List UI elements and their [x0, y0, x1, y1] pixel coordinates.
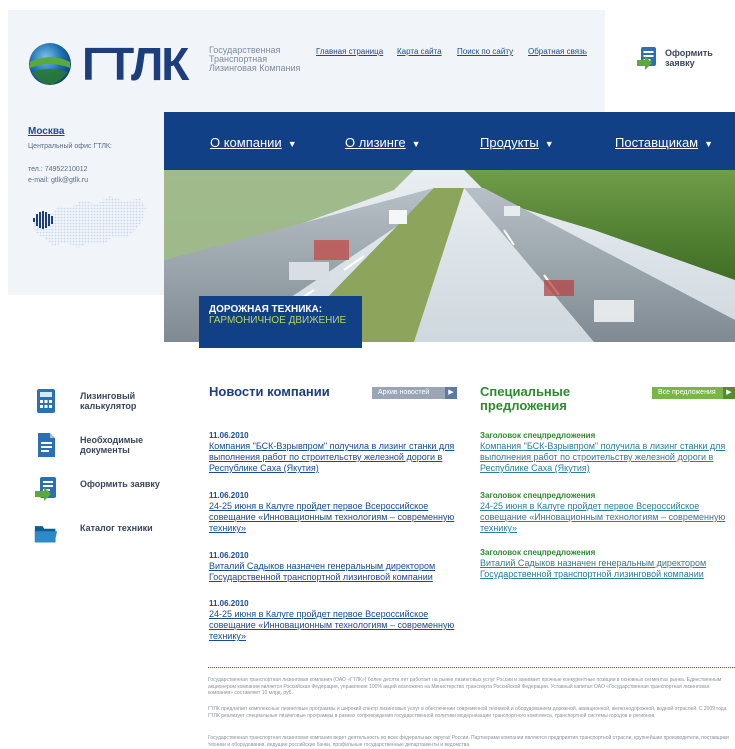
catalog-link[interactable]: Каталог техники [34, 520, 174, 556]
nav-products-label: Продукты [480, 135, 539, 150]
logo-text[interactable]: ГТЛК [82, 41, 189, 87]
arrow-right-icon: ▶ [723, 387, 735, 399]
offer-title: Заголовок спецпредложения [480, 431, 596, 440]
news-archive-button[interactable]: Архив новостей ▶ [372, 387, 457, 399]
offers-all-label: Все предложения [658, 389, 716, 396]
form-icon [35, 477, 56, 501]
order-top-button[interactable]: Оформить заявку [636, 46, 726, 76]
nav-about-company[interactable]: О компании ▼ [210, 135, 297, 150]
order-top-label: Оформить заявку [665, 48, 713, 68]
news-text[interactable]: 24-25 июня в Калуге пройдет первое Всеро… [209, 609, 464, 642]
nav-products[interactable]: Продукты ▼ [480, 135, 554, 150]
news-date: 11.06.2010 [209, 551, 249, 560]
chevron-down-icon: ▼ [411, 139, 421, 149]
chevron-down-icon: ▼ [704, 139, 714, 149]
offer-item[interactable]: Заголовок спецпредложения Компания "БСК-… [480, 430, 735, 474]
sitemap-link[interactable]: Карта сайта [397, 47, 442, 56]
news-text[interactable]: Виталий Садыков назначен генеральным дир… [209, 561, 464, 583]
news-date: 11.06.2010 [209, 491, 249, 500]
news-date: 11.06.2010 [209, 599, 249, 608]
nav-about-company-label: О компании [210, 135, 282, 150]
search-link[interactable]: Поиск по сайту [457, 47, 513, 56]
chevron-down-icon: ▼ [544, 139, 554, 149]
arrow-right-icon: ▶ [445, 387, 457, 399]
news-text[interactable]: 24-25 июня в Калуге пройдет первое Всеро… [209, 501, 464, 534]
folder-icon [34, 526, 58, 543]
calculator-label: Лизинговый калькулятор [80, 391, 137, 411]
offers-title: Специальные предложения [480, 384, 571, 413]
news-item[interactable]: 11.06.2010 24-25 июня в Калуге пройдет п… [209, 598, 464, 642]
news-title: Новости компании [209, 384, 330, 399]
nav-about-leasing-label: О лизинге [345, 135, 406, 150]
offer-text[interactable]: Виталий Садыков назначен генеральным дир… [480, 558, 735, 580]
office-label: Центральный офис ГТЛК: [28, 143, 112, 150]
hero-caption-title: ДОРОЖНАЯ ТЕХНИКА: [209, 304, 323, 315]
russia-map-icon[interactable] [30, 192, 148, 254]
documents-label: Необходимые документы [80, 435, 144, 455]
order-link[interactable]: Оформить заявку [34, 476, 174, 512]
footer-divider [208, 667, 735, 668]
footer-paragraph: ГТЛК предлагает комплексные лизинговые п… [208, 706, 727, 719]
home-link[interactable]: Главная страница [316, 47, 383, 56]
offer-item[interactable]: Заголовок спецпредложения 24-25 июня в К… [480, 490, 735, 534]
footer-paragraph: Государственная транспортная лизинговая … [208, 735, 729, 748]
city-link[interactable]: Москва [28, 126, 64, 137]
news-archive-label: Архив новостей [378, 389, 430, 396]
documents-link[interactable]: Необходимые документы [34, 432, 174, 468]
footer-paragraph: Государственная транспортная лизинговая … [208, 677, 722, 696]
news-item[interactable]: 11.06.2010 Виталий Садыков назначен гене… [209, 550, 464, 583]
feedback-link[interactable]: Обратная связь [528, 47, 587, 56]
hero-caption[interactable]: ДОРОЖНАЯ ТЕХНИКА: ГАРМОНИЧНОЕ ДВИЖЕНИЕ [199, 296, 362, 348]
offer-text[interactable]: Компания "БСК-Взрывпром" получила в лизи… [480, 441, 735, 474]
form-icon [637, 47, 656, 70]
main-nav: О компании ▼ О лизинге ▼ Продукты ▼ Поставщ… [164, 112, 735, 170]
nav-suppliers[interactable]: Поставщикам ▼ [615, 135, 713, 150]
phone-text: тел.: 74952210012 [28, 166, 88, 173]
calculator-link[interactable]: Лизинговый калькулятор [34, 388, 174, 424]
offer-title: Заголовок спецпредложения [480, 491, 596, 500]
offer-title: Заголовок спецпредложения [480, 548, 596, 557]
company-name: Государственная Транспортная Лизинговая … [209, 45, 301, 73]
hero-caption-subtitle: ГАРМОНИЧНОЕ ДВИЖЕНИЕ [209, 315, 347, 326]
news-text[interactable]: Компания "БСК-Взрывпром" получила в лизи… [209, 441, 464, 474]
news-item[interactable]: 11.06.2010 24-25 июня в Калуге пройдет п… [209, 490, 464, 534]
calculator-icon [37, 389, 55, 413]
document-icon [38, 433, 55, 457]
offer-text[interactable]: 24-25 июня в Калуге пройдет первое Всеро… [480, 501, 735, 534]
email-text: e-mail: gtlk@gtlk.ru [28, 177, 89, 184]
catalog-label: Каталог техники [80, 523, 153, 533]
offers-all-button[interactable]: Все предложения ▶ [652, 387, 735, 399]
chevron-down-icon: ▼ [287, 139, 297, 149]
order-label: Оформить заявку [80, 479, 160, 489]
news-item[interactable]: 11.06.2010 Компания "БСК-Взрывпром" полу… [209, 430, 464, 474]
nav-suppliers-label: Поставщикам [615, 135, 699, 150]
offer-item[interactable]: Заголовок спецпредложения Виталий Садыко… [480, 547, 735, 580]
nav-about-leasing[interactable]: О лизинге ▼ [345, 135, 421, 150]
news-date: 11.06.2010 [209, 431, 249, 440]
